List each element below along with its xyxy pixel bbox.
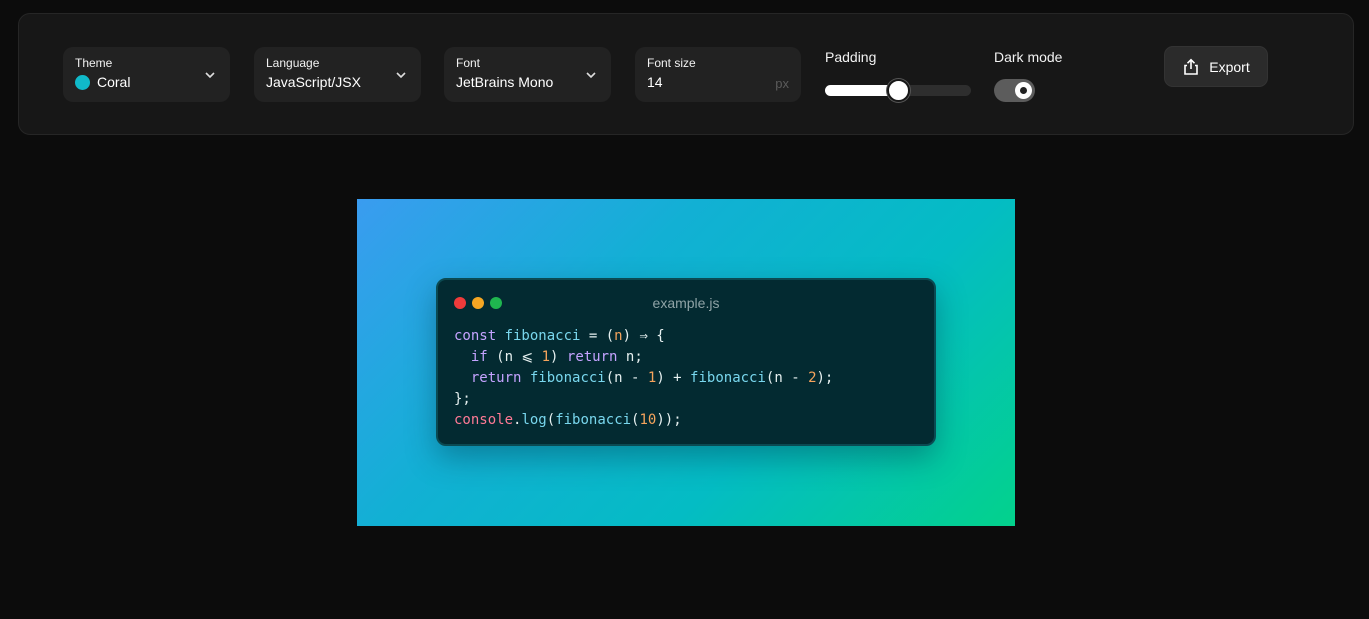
code-preview-canvas: example.js const fibonacci = (n) ⇒ { if … xyxy=(357,199,1015,526)
code-token: (n - xyxy=(765,370,809,386)
code-line: const fibonacci = (n) ⇒ { xyxy=(454,326,833,347)
code-token: fibonacci xyxy=(529,370,606,386)
font-value: JetBrains Mono xyxy=(456,74,554,90)
code-window: example.js const fibonacci = (n) ⇒ { if … xyxy=(436,278,936,446)
code-token: log xyxy=(521,412,547,428)
share-icon xyxy=(1184,58,1199,75)
code-token: ) ⇒ { xyxy=(622,328,665,344)
padding-label: Padding xyxy=(825,49,877,65)
export-label: Export xyxy=(1209,58,1250,75)
code-line: console.log(fibonacci(10)); xyxy=(454,410,833,431)
code-token: fibonacci xyxy=(504,328,581,344)
language-label: Language xyxy=(266,56,320,70)
dark-mode-toggle-knob xyxy=(1015,82,1032,99)
code-token: }; xyxy=(454,391,471,407)
theme-value-text: Coral xyxy=(97,74,131,90)
toolbar: Theme Coral Language JavaScript/JSX Font… xyxy=(18,13,1354,135)
padding-slider-thumb[interactable] xyxy=(886,79,910,102)
code-line: return fibonacci(n - 1) + fibonacci(n - … xyxy=(454,368,834,389)
code-token: fibonacci xyxy=(555,412,632,428)
language-value: JavaScript/JSX xyxy=(266,74,361,90)
code-token: console xyxy=(454,412,514,428)
code-token: n; xyxy=(617,349,643,365)
theme-value: Coral xyxy=(75,74,130,90)
theme-select[interactable]: Theme Coral xyxy=(63,47,230,102)
theme-swatch xyxy=(75,74,90,90)
code-token: return xyxy=(566,349,618,365)
dark-mode-label: Dark mode xyxy=(994,49,1063,65)
filename[interactable]: example.js xyxy=(438,295,934,311)
padding-slider[interactable] xyxy=(825,79,971,102)
code-token: const xyxy=(454,328,505,344)
code-token: 2 xyxy=(808,370,817,386)
code-token: fibonacci xyxy=(690,370,766,386)
font-size-value[interactable]: 14 xyxy=(647,74,663,90)
code-token: (n - xyxy=(605,370,648,386)
code-block[interactable]: const fibonacci = (n) ⇒ { if (n ⩽ 1) ret… xyxy=(454,326,833,431)
font-size-unit: px xyxy=(775,76,789,91)
code-line: if (n ⩽ 1) return n; xyxy=(454,347,833,368)
code-token: n xyxy=(614,328,623,344)
code-token: ) xyxy=(550,349,567,365)
code-token: )); xyxy=(656,412,682,428)
code-line: }; xyxy=(454,389,833,410)
code-token: 10 xyxy=(639,412,657,428)
chevron-down-icon xyxy=(205,72,215,79)
dark-mode-toggle[interactable] xyxy=(994,79,1035,102)
theme-label: Theme xyxy=(75,56,113,70)
code-token: ( xyxy=(546,412,556,428)
chevron-down-icon xyxy=(586,72,596,79)
font-label: Font xyxy=(456,56,481,70)
font-select[interactable]: Font JetBrains Mono xyxy=(444,47,611,102)
code-token: 1 xyxy=(541,349,551,365)
chevron-down-icon xyxy=(396,72,406,79)
code-token: = ( xyxy=(580,328,615,344)
code-token: ); xyxy=(816,370,834,386)
font-size-label: Font size xyxy=(647,56,696,70)
language-select[interactable]: Language JavaScript/JSX xyxy=(254,47,421,102)
code-token: (n ⩽ xyxy=(487,349,542,365)
code-token: return xyxy=(470,370,522,386)
font-size-input[interactable]: Font size 14 px xyxy=(635,47,801,102)
code-token: if xyxy=(470,349,488,365)
export-button[interactable]: Export xyxy=(1164,46,1268,87)
code-token: ) + xyxy=(656,370,691,386)
